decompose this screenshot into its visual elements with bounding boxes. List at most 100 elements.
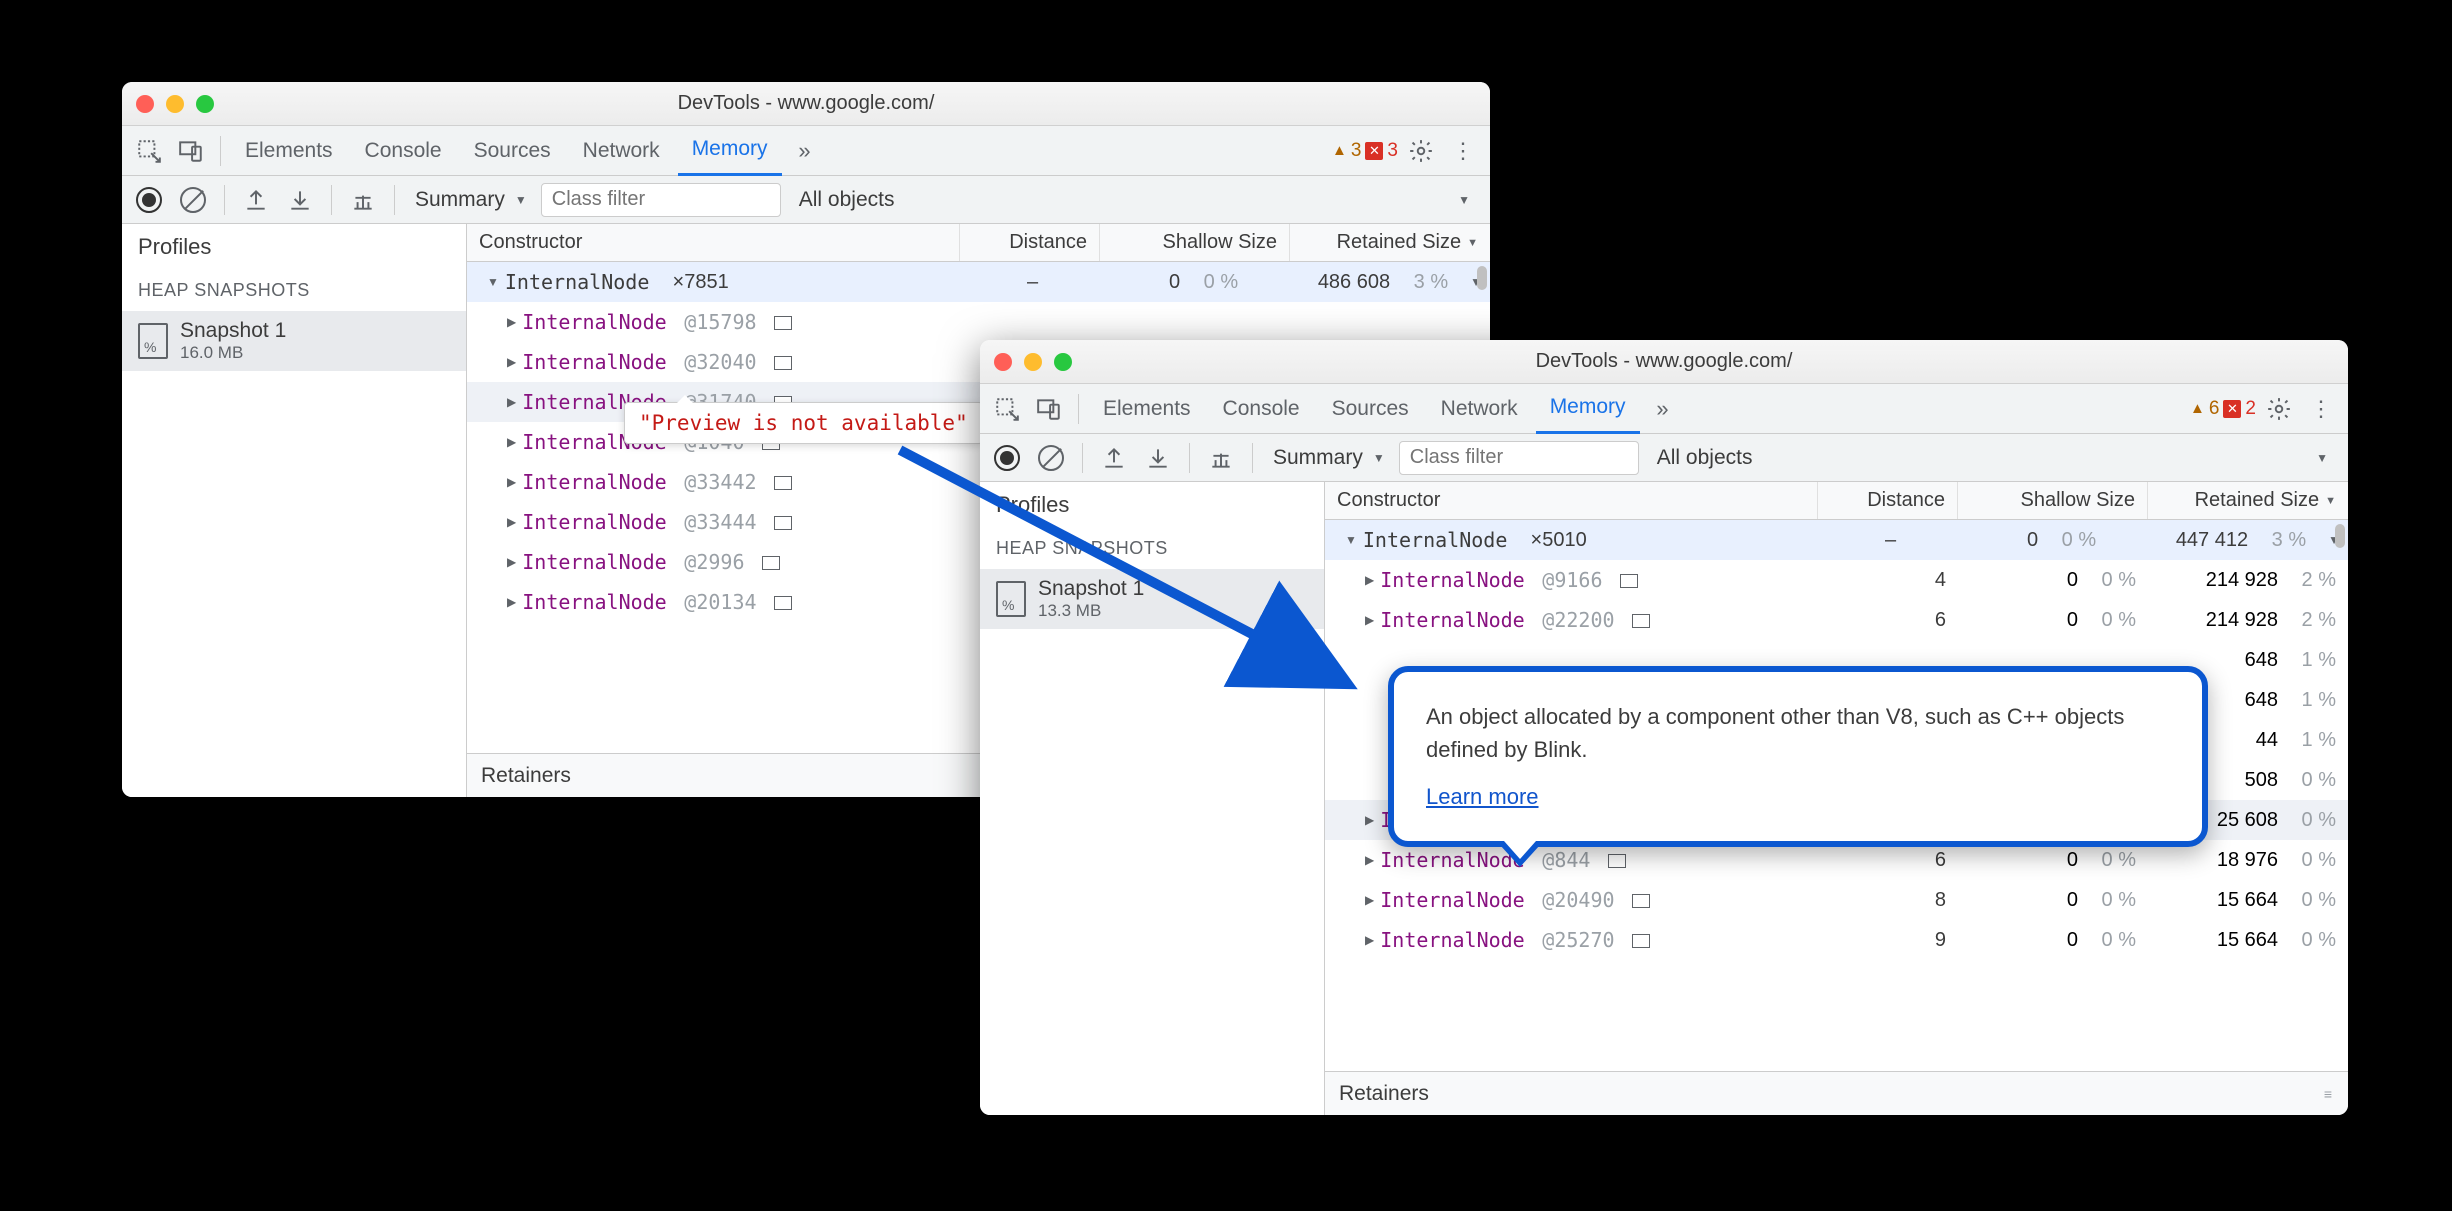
memory-toolbar: Summary All objects	[122, 176, 1490, 224]
heap-snapshots-label: HEAP SNAPSHOTS	[122, 270, 466, 311]
expand-icon[interactable]	[507, 475, 516, 489]
clear-button[interactable]	[174, 181, 212, 219]
snapshot-name: Snapshot 1	[180, 319, 286, 343]
divider	[331, 185, 332, 215]
expand-icon[interactable]	[1365, 933, 1374, 947]
element-icon	[762, 556, 780, 570]
tab-sources[interactable]: Sources	[1318, 384, 1423, 434]
retainers-section[interactable]: Retainers ≡	[1325, 1071, 2348, 1115]
object-row[interactable]: InternalNode @9166 4 00 % 214 9282 %	[1325, 560, 2348, 600]
class-filter-input[interactable]	[1399, 441, 1639, 475]
panel-tabbar: Elements Console Sources Network Memory …	[122, 126, 1490, 176]
grid-header: Constructor Distance Shallow Size Retain…	[1325, 482, 2348, 520]
expand-icon[interactable]	[507, 555, 516, 569]
titlebar[interactable]: DevTools - www.google.com/	[980, 340, 2348, 384]
warning-badge: 6	[2190, 398, 2219, 420]
element-icon	[1632, 894, 1650, 908]
scrollbar-thumb[interactable]	[1477, 266, 1487, 290]
description-popover: An object allocated by a component other…	[1388, 666, 2208, 847]
tab-console[interactable]: Console	[1209, 384, 1314, 434]
element-icon	[1608, 854, 1626, 868]
panel-tabbar: Elements Console Sources Network Memory …	[980, 384, 2348, 434]
profiles-sidebar: Profiles HEAP SNAPSHOTS Snapshot 1 16.0 …	[122, 224, 467, 797]
tab-elements[interactable]: Elements	[231, 126, 347, 176]
expand-icon[interactable]	[507, 595, 516, 609]
element-icon	[774, 316, 792, 330]
object-row[interactable]: InternalNode @20490 8 00 % 15 6640 %	[1325, 880, 2348, 920]
expand-icon[interactable]	[507, 315, 516, 329]
issue-badges[interactable]: 6 ✕2	[2190, 398, 2256, 420]
tab-memory[interactable]: Memory	[678, 126, 782, 176]
expand-icon[interactable]	[507, 395, 516, 409]
minimize-icon[interactable]	[1024, 353, 1042, 371]
tab-console[interactable]: Console	[351, 126, 456, 176]
expand-icon[interactable]	[507, 515, 516, 529]
class-filter-input[interactable]	[541, 183, 781, 217]
traffic-lights	[994, 353, 1072, 371]
constructor-row[interactable]: InternalNode ×5010 – 00 % 447 4123 %	[1325, 520, 2348, 560]
snapshot-item[interactable]: Snapshot 1 16.0 MB	[122, 311, 466, 371]
tab-network[interactable]: Network	[569, 126, 674, 176]
device-icon[interactable]	[1030, 390, 1068, 428]
settings-icon[interactable]	[1402, 132, 1440, 170]
expand-icon[interactable]	[507, 355, 516, 369]
error-badge: ✕3	[1365, 140, 1398, 162]
col-retained[interactable]: Retained Size	[2148, 482, 2348, 519]
expand-icon[interactable]	[507, 435, 516, 449]
device-icon[interactable]	[172, 132, 210, 170]
object-row[interactable]: InternalNode @22200 6 00 % 214 9282 %	[1325, 600, 2348, 640]
expand-icon[interactable]	[1365, 893, 1374, 907]
minimize-icon[interactable]	[166, 95, 184, 113]
scrollbar-thumb[interactable]	[2335, 524, 2345, 548]
record-button[interactable]	[130, 181, 168, 219]
element-icon	[1620, 574, 1638, 588]
inspect-icon[interactable]	[988, 390, 1026, 428]
more-tabs-icon[interactable]: »	[1644, 390, 1682, 428]
kebab-icon[interactable]: ⋮	[2302, 390, 2340, 428]
download-icon[interactable]	[281, 181, 319, 219]
object-row[interactable]: InternalNode @15798	[467, 302, 1490, 342]
settings-icon[interactable]	[2260, 390, 2298, 428]
maximize-icon[interactable]	[196, 95, 214, 113]
close-icon[interactable]	[994, 353, 1012, 371]
annotation-arrow-icon	[880, 430, 1400, 730]
inspect-icon[interactable]	[130, 132, 168, 170]
object-row[interactable]: InternalNode @25270 9 00 % 15 6640 %	[1325, 920, 2348, 960]
divider	[394, 185, 395, 215]
popover-text: An object allocated by a component other…	[1426, 700, 2170, 766]
col-retained[interactable]: Retained Size	[1290, 224, 1490, 261]
col-distance[interactable]: Distance	[960, 224, 1100, 261]
learn-more-link[interactable]: Learn more	[1426, 780, 1539, 813]
tab-memory[interactable]: Memory	[1536, 384, 1640, 434]
element-icon	[1632, 614, 1650, 628]
divider	[220, 136, 221, 166]
expand-icon[interactable]	[1365, 813, 1374, 827]
col-distance[interactable]: Distance	[1818, 482, 1958, 519]
titlebar[interactable]: DevTools - www.google.com/	[122, 82, 1490, 126]
element-icon	[774, 476, 792, 490]
divider	[1078, 394, 1079, 424]
upload-icon[interactable]	[237, 181, 275, 219]
view-select[interactable]: Summary	[407, 188, 535, 212]
expand-icon[interactable]	[487, 275, 499, 289]
expand-icon[interactable]	[1365, 853, 1374, 867]
issue-badges[interactable]: 3 ✕3	[1332, 140, 1398, 162]
col-shallow[interactable]: Shallow Size	[1100, 224, 1290, 261]
more-tabs-icon[interactable]: »	[786, 132, 824, 170]
expand-handle-icon[interactable]: ≡	[2324, 1086, 2334, 1102]
gc-icon[interactable]	[344, 181, 382, 219]
warning-badge: 3	[1332, 140, 1361, 162]
element-icon	[774, 596, 792, 610]
close-icon[interactable]	[136, 95, 154, 113]
tab-network[interactable]: Network	[1427, 384, 1532, 434]
tab-sources[interactable]: Sources	[460, 126, 565, 176]
error-badge: ✕2	[2223, 398, 2256, 420]
kebab-icon[interactable]: ⋮	[1444, 132, 1482, 170]
maximize-icon[interactable]	[1054, 353, 1072, 371]
objects-select[interactable]: All objects	[787, 188, 1482, 212]
col-shallow[interactable]: Shallow Size	[1958, 482, 2148, 519]
objects-select[interactable]: All objects	[1645, 446, 2340, 470]
col-constructor[interactable]: Constructor	[467, 224, 960, 261]
constructor-row[interactable]: InternalNode ×7851 – 00 % 486 6083 %	[467, 262, 1490, 302]
tab-elements[interactable]: Elements	[1089, 384, 1205, 434]
